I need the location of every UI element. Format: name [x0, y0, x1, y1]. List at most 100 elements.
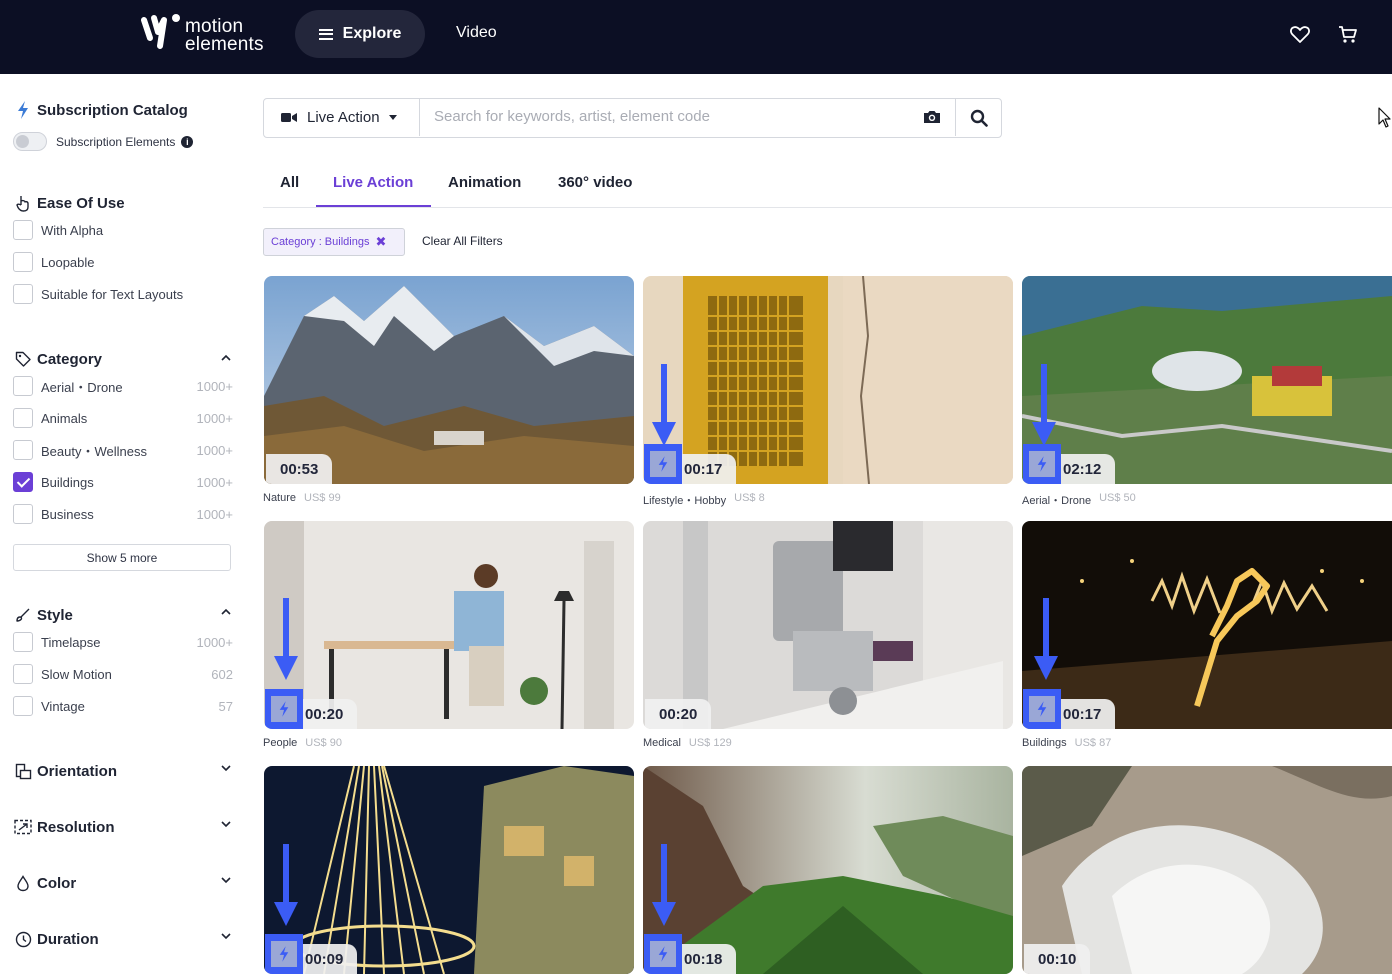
close-icon[interactable]: ✖ [375, 234, 386, 250]
video-thumbnail[interactable] [1022, 521, 1392, 729]
duration-badge: 00:18 [644, 934, 737, 974]
checkbox[interactable] [13, 376, 33, 396]
subscription-badge [1023, 444, 1061, 484]
duration-badge: 00:20 [265, 689, 358, 729]
filter-category-business[interactable]: Business 1000+ [13, 504, 233, 524]
video-nav-link[interactable]: Video [456, 24, 497, 42]
chevron-down-icon[interactable] [220, 762, 232, 774]
mouse-cursor-icon [1378, 107, 1391, 128]
checkbox-checked[interactable] [13, 472, 33, 492]
checkbox[interactable] [13, 664, 33, 684]
heart-icon[interactable] [1288, 22, 1312, 46]
result-meta: Lifestyle・Hobby US$ 8 [643, 492, 765, 508]
clear-all-filters-link[interactable]: Clear All Filters [422, 234, 503, 248]
duration-badge: 00:17 [1023, 689, 1116, 729]
checkbox[interactable] [13, 252, 33, 272]
filter-category-buildings[interactable]: Buildings 1000+ [13, 472, 233, 492]
filter-label: Beauty・Wellness [41, 443, 147, 459]
clock-icon [14, 930, 32, 948]
video-thumbnail[interactable] [643, 766, 1013, 974]
checkbox[interactable] [13, 504, 33, 524]
motion-elements-logo[interactable]: motion elements [140, 12, 264, 60]
tab-360-video[interactable]: 360° video [558, 174, 632, 191]
result-price: US$ 90 [305, 737, 342, 749]
search-input[interactable] [434, 108, 914, 125]
caret-down-icon [388, 115, 397, 120]
checkbox[interactable] [13, 408, 33, 428]
filter-label: With Alpha [41, 222, 104, 238]
orientation-heading[interactable]: Orientation [14, 762, 117, 780]
result-card[interactable]: 02:12 [1022, 276, 1392, 484]
video-thumbnail[interactable] [264, 276, 634, 484]
chevron-down-icon[interactable] [220, 874, 232, 886]
filter-style-slow-motion[interactable]: Slow Motion 602 [13, 664, 233, 684]
video-thumbnail[interactable] [1022, 766, 1392, 974]
filter-label: Buildings [41, 474, 94, 490]
filter-category-animals[interactable]: Animals 1000+ [13, 408, 233, 428]
result-card[interactable]: 00:20 [643, 521, 1013, 729]
result-category[interactable]: People [263, 737, 297, 749]
result-card[interactable]: 00:10 [1022, 766, 1392, 974]
result-card[interactable]: 00:53 [264, 276, 634, 484]
result-price: US$ 99 [304, 492, 341, 504]
duration-heading[interactable]: Duration [14, 930, 99, 948]
filter-text-layouts[interactable]: Suitable for Text Layouts [13, 284, 233, 304]
info-icon[interactable]: i [181, 136, 194, 148]
chevron-up-icon[interactable] [220, 352, 232, 364]
result-meta: People US$ 90 [263, 737, 342, 749]
result-price: US$ 129 [688, 737, 732, 749]
video-thumbnail[interactable] [264, 521, 634, 729]
orientation-icon [14, 762, 32, 780]
filter-with-alpha[interactable]: With Alpha [13, 220, 233, 240]
chevron-down-icon[interactable] [220, 930, 232, 942]
chevron-up-icon[interactable] [220, 606, 232, 618]
filter-loopable[interactable]: Loopable [13, 252, 233, 272]
subscription-badge [265, 934, 303, 974]
checkbox[interactable] [13, 440, 33, 460]
result-card[interactable]: 00:17 [643, 276, 1013, 484]
filter-style-timelapse[interactable]: Timelapse 1000+ [13, 632, 233, 652]
color-heading[interactable]: Color [14, 874, 76, 892]
filter-category-aerial-drone[interactable]: Aerial・Drone 1000+ [13, 376, 233, 396]
video-thumbnail[interactable] [1022, 276, 1392, 484]
search-button[interactable] [955, 99, 1001, 136]
result-price: US$ 50 [1099, 492, 1136, 504]
video-thumbnail[interactable] [264, 766, 634, 974]
tab-all[interactable]: All [280, 174, 299, 191]
result-category[interactable]: Nature [263, 492, 296, 504]
active-filter-chip[interactable]: Category : Buildings ✖ [263, 228, 405, 256]
tab-live-action[interactable]: Live Action [333, 174, 413, 191]
media-type-label: Live Action [307, 109, 380, 126]
filter-style-vintage[interactable]: Vintage 57 [13, 696, 233, 716]
result-category[interactable]: Aerial・Drone [1022, 492, 1091, 508]
show-more-categories-button[interactable]: Show 5 more [13, 544, 231, 571]
video-thumbnail[interactable] [643, 521, 1013, 729]
checkbox[interactable] [13, 284, 33, 304]
chevron-down-icon[interactable] [220, 818, 232, 830]
subscription-elements-toggle[interactable] [13, 132, 47, 151]
result-category[interactable]: Lifestyle・Hobby [643, 492, 726, 508]
result-category[interactable]: Buildings [1022, 737, 1067, 749]
image-search-camera-icon[interactable] [923, 109, 941, 125]
style-heading[interactable]: Style [14, 606, 73, 624]
media-type-dropdown[interactable]: Live Action [264, 99, 420, 136]
checkbox[interactable] [13, 696, 33, 716]
checkbox[interactable] [13, 632, 33, 652]
bolt-icon [279, 701, 289, 717]
explore-button[interactable]: Explore [295, 10, 425, 58]
result-card[interactable]: 00:18 [643, 766, 1013, 974]
resolution-heading[interactable]: Resolution [14, 818, 115, 836]
category-heading[interactable]: Category [14, 350, 102, 368]
duration-text: 00:20 [659, 705, 698, 723]
annotation-arrow-icon [1034, 598, 1058, 680]
result-card[interactable]: 00:09 [264, 766, 634, 974]
cart-icon[interactable] [1336, 22, 1360, 46]
checkbox[interactable] [13, 220, 33, 240]
result-card[interactable]: 00:20 [264, 521, 634, 729]
video-thumbnail[interactable] [643, 276, 1013, 484]
filter-category-beauty-wellness[interactable]: Beauty・Wellness 1000+ [13, 440, 233, 460]
result-card[interactable]: 00:17 [1022, 521, 1392, 729]
tab-animation[interactable]: Animation [448, 174, 521, 191]
result-category[interactable]: Medical [643, 737, 681, 749]
filter-count: 1000+ [196, 410, 233, 426]
